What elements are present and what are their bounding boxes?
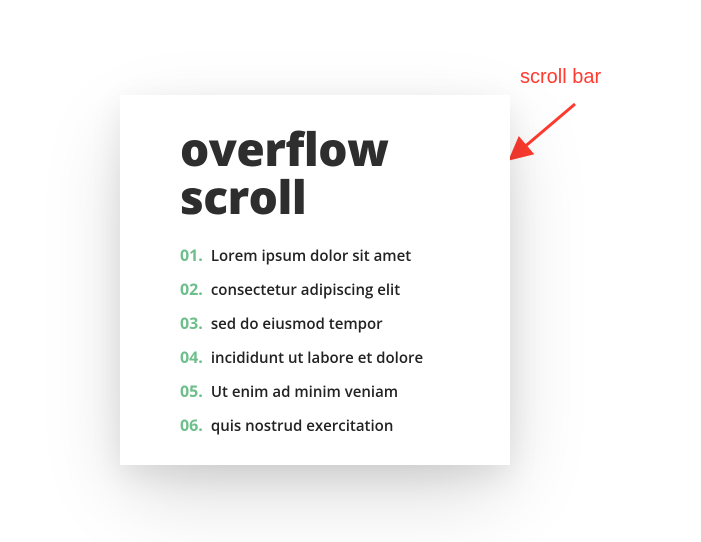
- item-number: 03.: [180, 312, 203, 334]
- annotation-label: scroll bar: [520, 66, 601, 89]
- list-item: 06. quis nostrud exercitation: [180, 414, 470, 436]
- item-number: 06.: [180, 414, 203, 436]
- list-item: 04. incididunt ut labore et dolore: [180, 346, 470, 368]
- item-text: Lorem ipsum dolor sit amet: [211, 246, 411, 266]
- item-text: Ut enim ad minim veniam: [211, 382, 398, 402]
- item-text: consectetur adipiscing elit: [211, 280, 400, 300]
- item-text: quis nostrud exercitation: [211, 416, 394, 436]
- list-item: 02. consectetur adipiscing elit: [180, 278, 470, 300]
- item-text: incididunt ut labore et dolore: [211, 348, 423, 368]
- arrow-icon: [510, 94, 590, 174]
- scroll-card[interactable]: overflow scroll 01. Lorem ipsum dolor si…: [120, 95, 510, 465]
- item-number: 04.: [180, 346, 203, 368]
- item-number: 01.: [180, 244, 203, 266]
- item-number: 02.: [180, 278, 203, 300]
- list-item: 01. Lorem ipsum dolor sit amet: [180, 244, 470, 266]
- item-list: 01. Lorem ipsum dolor sit amet 02. conse…: [180, 244, 470, 436]
- list-item: 05. Ut enim ad minim veniam: [180, 380, 470, 402]
- item-number: 05.: [180, 380, 203, 402]
- card-title: overflow scroll: [180, 125, 470, 222]
- item-text: sed do eiusmod tempor: [211, 314, 383, 334]
- list-item: 03. sed do eiusmod tempor: [180, 312, 470, 334]
